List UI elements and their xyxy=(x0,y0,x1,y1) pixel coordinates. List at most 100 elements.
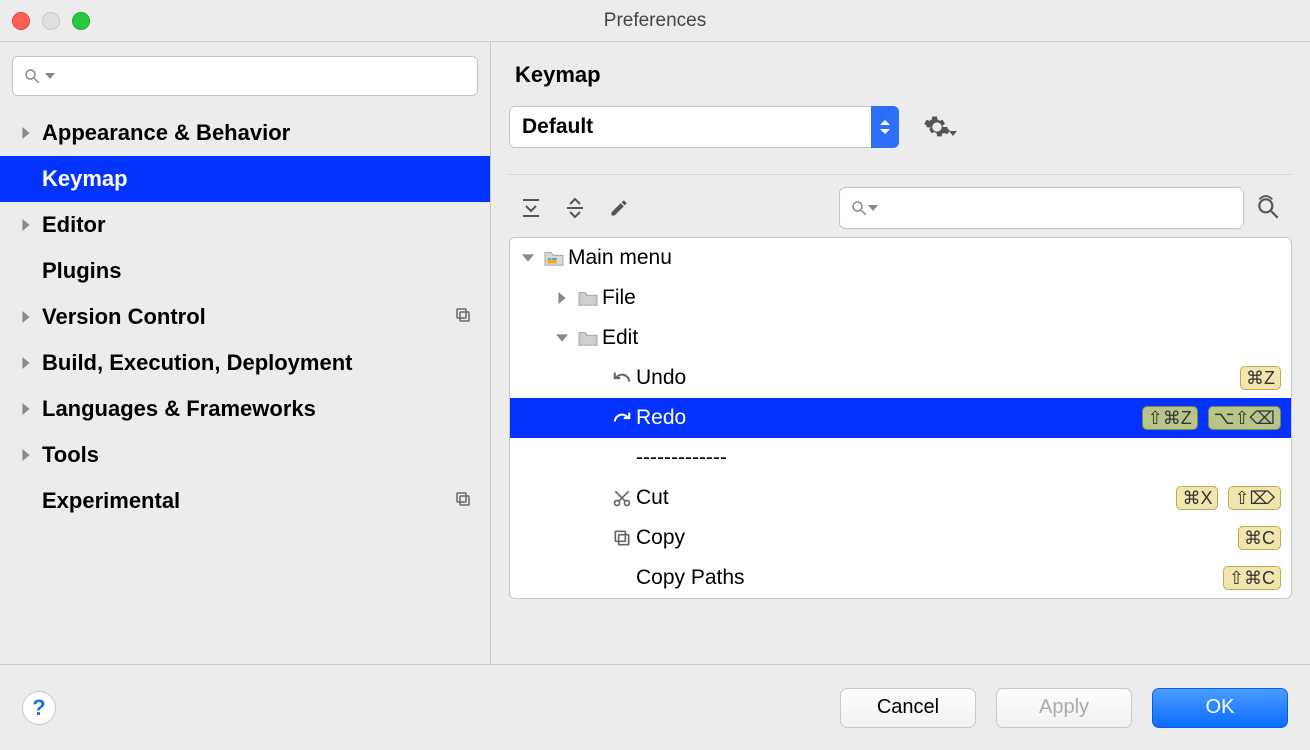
zoom-window-button[interactable] xyxy=(72,12,90,30)
settings-search-input[interactable] xyxy=(59,66,467,86)
titlebar: Preferences xyxy=(0,0,1310,42)
sidebar-item-editor[interactable]: Editor xyxy=(0,202,490,248)
tree-separator: ------------- xyxy=(510,438,1291,478)
window-controls xyxy=(12,12,90,30)
sidebar-item-languages-frameworks[interactable]: Languages & Frameworks xyxy=(0,386,490,432)
tree-node-label: Main menu xyxy=(568,246,1281,270)
keymap-scheme-value: Default xyxy=(522,115,593,139)
sidebar-item-plugins[interactable]: Plugins xyxy=(0,248,490,294)
disclosure-triangle-icon[interactable] xyxy=(516,252,540,264)
sidebar-item-label: Appearance & Behavior xyxy=(42,120,472,146)
tree-node-label: File xyxy=(602,286,1281,310)
minimize-window-button[interactable] xyxy=(42,12,60,30)
apply-button[interactable]: Apply xyxy=(996,688,1132,728)
tree-node-label: Undo xyxy=(636,366,1240,390)
actions-search-input[interactable] xyxy=(878,198,1233,218)
settings-content: Keymap Default xyxy=(491,42,1310,664)
pencil-icon xyxy=(609,198,629,218)
tree-node-copy-paths[interactable]: Copy Paths⇧⌘C xyxy=(510,558,1291,598)
scheme-actions-button[interactable] xyxy=(923,113,959,141)
tree-node-label: Cut xyxy=(636,486,1176,510)
tree-node-cut[interactable]: Cut⌘X ⇧⌦ xyxy=(510,478,1291,518)
shortcuts: ⇧⌘Z ⌥⇧⌫ xyxy=(1142,406,1281,430)
disclosure-triangle-icon[interactable] xyxy=(20,311,42,323)
shortcuts: ⌘X ⇧⌦ xyxy=(1176,486,1281,510)
gear-icon xyxy=(923,113,951,141)
dialog-footer: ? Cancel Apply OK xyxy=(0,664,1310,750)
shortcut-badge: ⌘X xyxy=(1176,486,1218,510)
shortcuts: ⇧⌘C xyxy=(1223,566,1281,590)
sidebar-item-label: Tools xyxy=(42,442,472,468)
tree-node-main-menu[interactable]: Main menu xyxy=(510,238,1291,278)
tree-node-undo[interactable]: Undo⌘Z xyxy=(510,358,1291,398)
tree-node-label: Redo xyxy=(636,406,1142,430)
tree-node-label: Edit xyxy=(602,326,1281,350)
chevron-down-small-icon xyxy=(949,129,959,139)
disclosure-triangle-icon[interactable] xyxy=(20,219,42,231)
divider xyxy=(509,174,1292,175)
tree-node-redo[interactable]: Redo⇧⌘Z ⌥⇧⌫ xyxy=(510,398,1291,438)
help-button[interactable]: ? xyxy=(22,691,56,725)
sidebar-item-experimental[interactable]: Experimental xyxy=(0,478,490,524)
shortcuts: ⌘C xyxy=(1238,526,1281,550)
undo-icon xyxy=(608,369,636,387)
shortcut-badge: ⇧⌘C xyxy=(1223,566,1281,590)
find-by-shortcut-button[interactable] xyxy=(1244,195,1292,221)
project-level-icon xyxy=(454,488,472,514)
cut-icon xyxy=(608,488,636,508)
tree-node-label: Copy xyxy=(636,526,1238,550)
shortcut-badge: ⇧⌦ xyxy=(1228,486,1281,510)
disclosure-triangle-icon[interactable] xyxy=(20,449,42,461)
search-icon xyxy=(23,67,41,85)
tree-node-label: Copy Paths xyxy=(636,566,1223,590)
sidebar-item-label: Keymap xyxy=(42,166,472,192)
collapse-all-icon xyxy=(564,197,586,219)
copy-icon xyxy=(608,528,636,548)
folder-root-icon xyxy=(540,249,568,267)
sidebar-item-keymap[interactable]: Keymap xyxy=(0,156,490,202)
disclosure-triangle-icon[interactable] xyxy=(20,127,42,139)
sidebar-item-label: Plugins xyxy=(42,258,472,284)
sidebar-item-build-execution-deployment[interactable]: Build, Execution, Deployment xyxy=(0,340,490,386)
folder-icon xyxy=(574,289,602,307)
shortcut-badge: ⌘C xyxy=(1238,526,1281,550)
actions-search[interactable] xyxy=(839,187,1244,229)
sidebar-item-label: Languages & Frameworks xyxy=(42,396,472,422)
chevron-down-icon xyxy=(868,203,878,213)
disclosure-triangle-icon[interactable] xyxy=(550,332,574,344)
disclosure-triangle-icon[interactable] xyxy=(20,357,42,369)
disclosure-triangle-icon[interactable] xyxy=(550,292,574,304)
sidebar-item-version-control[interactable]: Version Control xyxy=(0,294,490,340)
shortcut-badge: ⇧⌘Z xyxy=(1142,406,1198,430)
expand-all-icon xyxy=(520,197,542,219)
settings-sidebar: Appearance & Behavior Keymap Editor Plugins… xyxy=(0,42,491,664)
shortcut-badge: ⌘Z xyxy=(1240,366,1281,390)
cancel-button[interactable]: Cancel xyxy=(840,688,976,728)
tree-node-file[interactable]: File xyxy=(510,278,1291,318)
shortcut-badge: ⌥⇧⌫ xyxy=(1208,406,1281,430)
search-icon xyxy=(850,199,868,217)
tree-node-label: ------------- xyxy=(636,446,1281,470)
edit-shortcut-button[interactable] xyxy=(597,188,641,228)
collapse-all-button[interactable] xyxy=(553,188,597,228)
expand-all-button[interactable] xyxy=(509,188,553,228)
project-level-icon xyxy=(454,304,472,330)
settings-search[interactable] xyxy=(12,56,478,96)
disclosure-triangle-icon[interactable] xyxy=(20,403,42,415)
folder-icon xyxy=(574,329,602,347)
tree-node-copy[interactable]: Copy⌘C xyxy=(510,518,1291,558)
page-title: Keymap xyxy=(515,62,1286,88)
window-title: Preferences xyxy=(604,10,706,32)
ok-button[interactable]: OK xyxy=(1152,688,1288,728)
sidebar-item-appearance-behavior[interactable]: Appearance & Behavior xyxy=(0,110,490,156)
redo-icon xyxy=(608,409,636,427)
find-shortcut-icon xyxy=(1255,195,1281,221)
keymap-scheme-select[interactable]: Default xyxy=(509,106,899,148)
close-window-button[interactable] xyxy=(12,12,30,30)
sidebar-item-tools[interactable]: Tools xyxy=(0,432,490,478)
sidebar-item-label: Editor xyxy=(42,212,472,238)
chevron-down-icon xyxy=(45,71,55,81)
tree-node-edit[interactable]: Edit xyxy=(510,318,1291,358)
sidebar-item-label: Experimental xyxy=(42,488,454,514)
actions-tree[interactable]: Main menu File Edit Undo⌘Z Redo⇧⌘Z ⌥⇧⌫ -------… xyxy=(509,237,1292,599)
